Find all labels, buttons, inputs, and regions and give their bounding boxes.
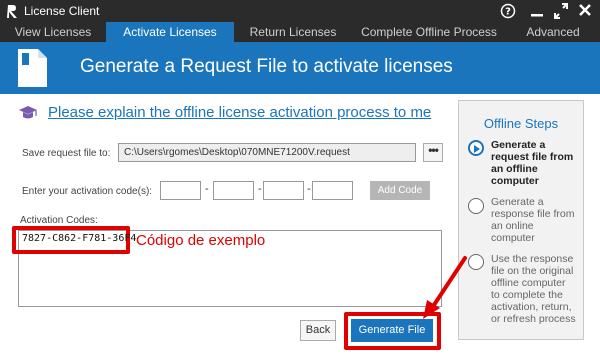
title-bar: License Client ?	[0, 0, 600, 22]
activation-code-label: Enter your activation code(s):	[22, 186, 153, 197]
browse-button[interactable]: •••	[423, 143, 443, 162]
code-segment-1[interactable]	[160, 181, 201, 200]
step-2-text: Generate a response file from an online …	[491, 196, 575, 244]
page-title: Generate a Request File to activate lice…	[80, 56, 453, 77]
back-button[interactable]: Back	[300, 320, 336, 341]
close-icon[interactable]	[575, 2, 595, 20]
code-segment-4[interactable]	[312, 181, 353, 200]
tab-view-licenses[interactable]: View Licenses	[0, 22, 106, 42]
tab-activate-licenses[interactable]: Activate Licenses	[106, 22, 234, 42]
expand-icon[interactable]	[551, 2, 571, 20]
step-2-radio	[468, 198, 484, 214]
annotation-arrow	[423, 256, 467, 319]
tab-complete-offline-process[interactable]: Complete Offline Process	[352, 22, 506, 42]
app-icon	[7, 5, 17, 18]
tab-advanced[interactable]: Advanced	[506, 22, 600, 42]
activation-code-entry: 7827-C862-F781-36F4	[22, 233, 137, 244]
help-icon[interactable]: ?	[498, 2, 518, 20]
step-3-radio	[468, 254, 484, 270]
help-glyph: ?	[505, 7, 511, 18]
tab-return-licenses[interactable]: Return Licenses	[234, 22, 352, 42]
offline-steps-title: Offline Steps	[483, 116, 559, 131]
page-banner: Generate a Request File to activate lice…	[0, 42, 600, 94]
generate-file-button[interactable]: Generate File	[351, 319, 433, 342]
code-separator: -	[258, 183, 262, 195]
explain-process-link[interactable]: Please explain the offline license activ…	[48, 104, 431, 121]
tab-bar: View Licenses Activate Licenses Return L…	[0, 22, 600, 42]
code-segment-3[interactable]	[263, 181, 304, 200]
activation-codes-label: Activation Codes:	[20, 215, 98, 226]
code-separator: -	[205, 183, 209, 195]
graduation-cap-icon	[19, 106, 37, 119]
step-3-text: Use the response file on the original of…	[491, 253, 576, 325]
window-title: License Client	[24, 4, 100, 18]
save-path-field[interactable]: C:\Users\rgomes\Desktop\070MNE71200V.req…	[118, 143, 416, 162]
minimize-icon[interactable]	[527, 2, 547, 20]
step-1-text: Generate a request file from an offline …	[491, 139, 574, 187]
code-segment-2[interactable]	[213, 181, 254, 200]
annotation-text: Código de exemplo	[136, 232, 266, 249]
code-separator: -	[307, 183, 311, 195]
add-code-button[interactable]: Add Code	[370, 181, 430, 200]
document-icon	[18, 49, 47, 87]
step-1-radio	[468, 140, 484, 156]
save-path-label: Save request file to:	[22, 148, 111, 159]
